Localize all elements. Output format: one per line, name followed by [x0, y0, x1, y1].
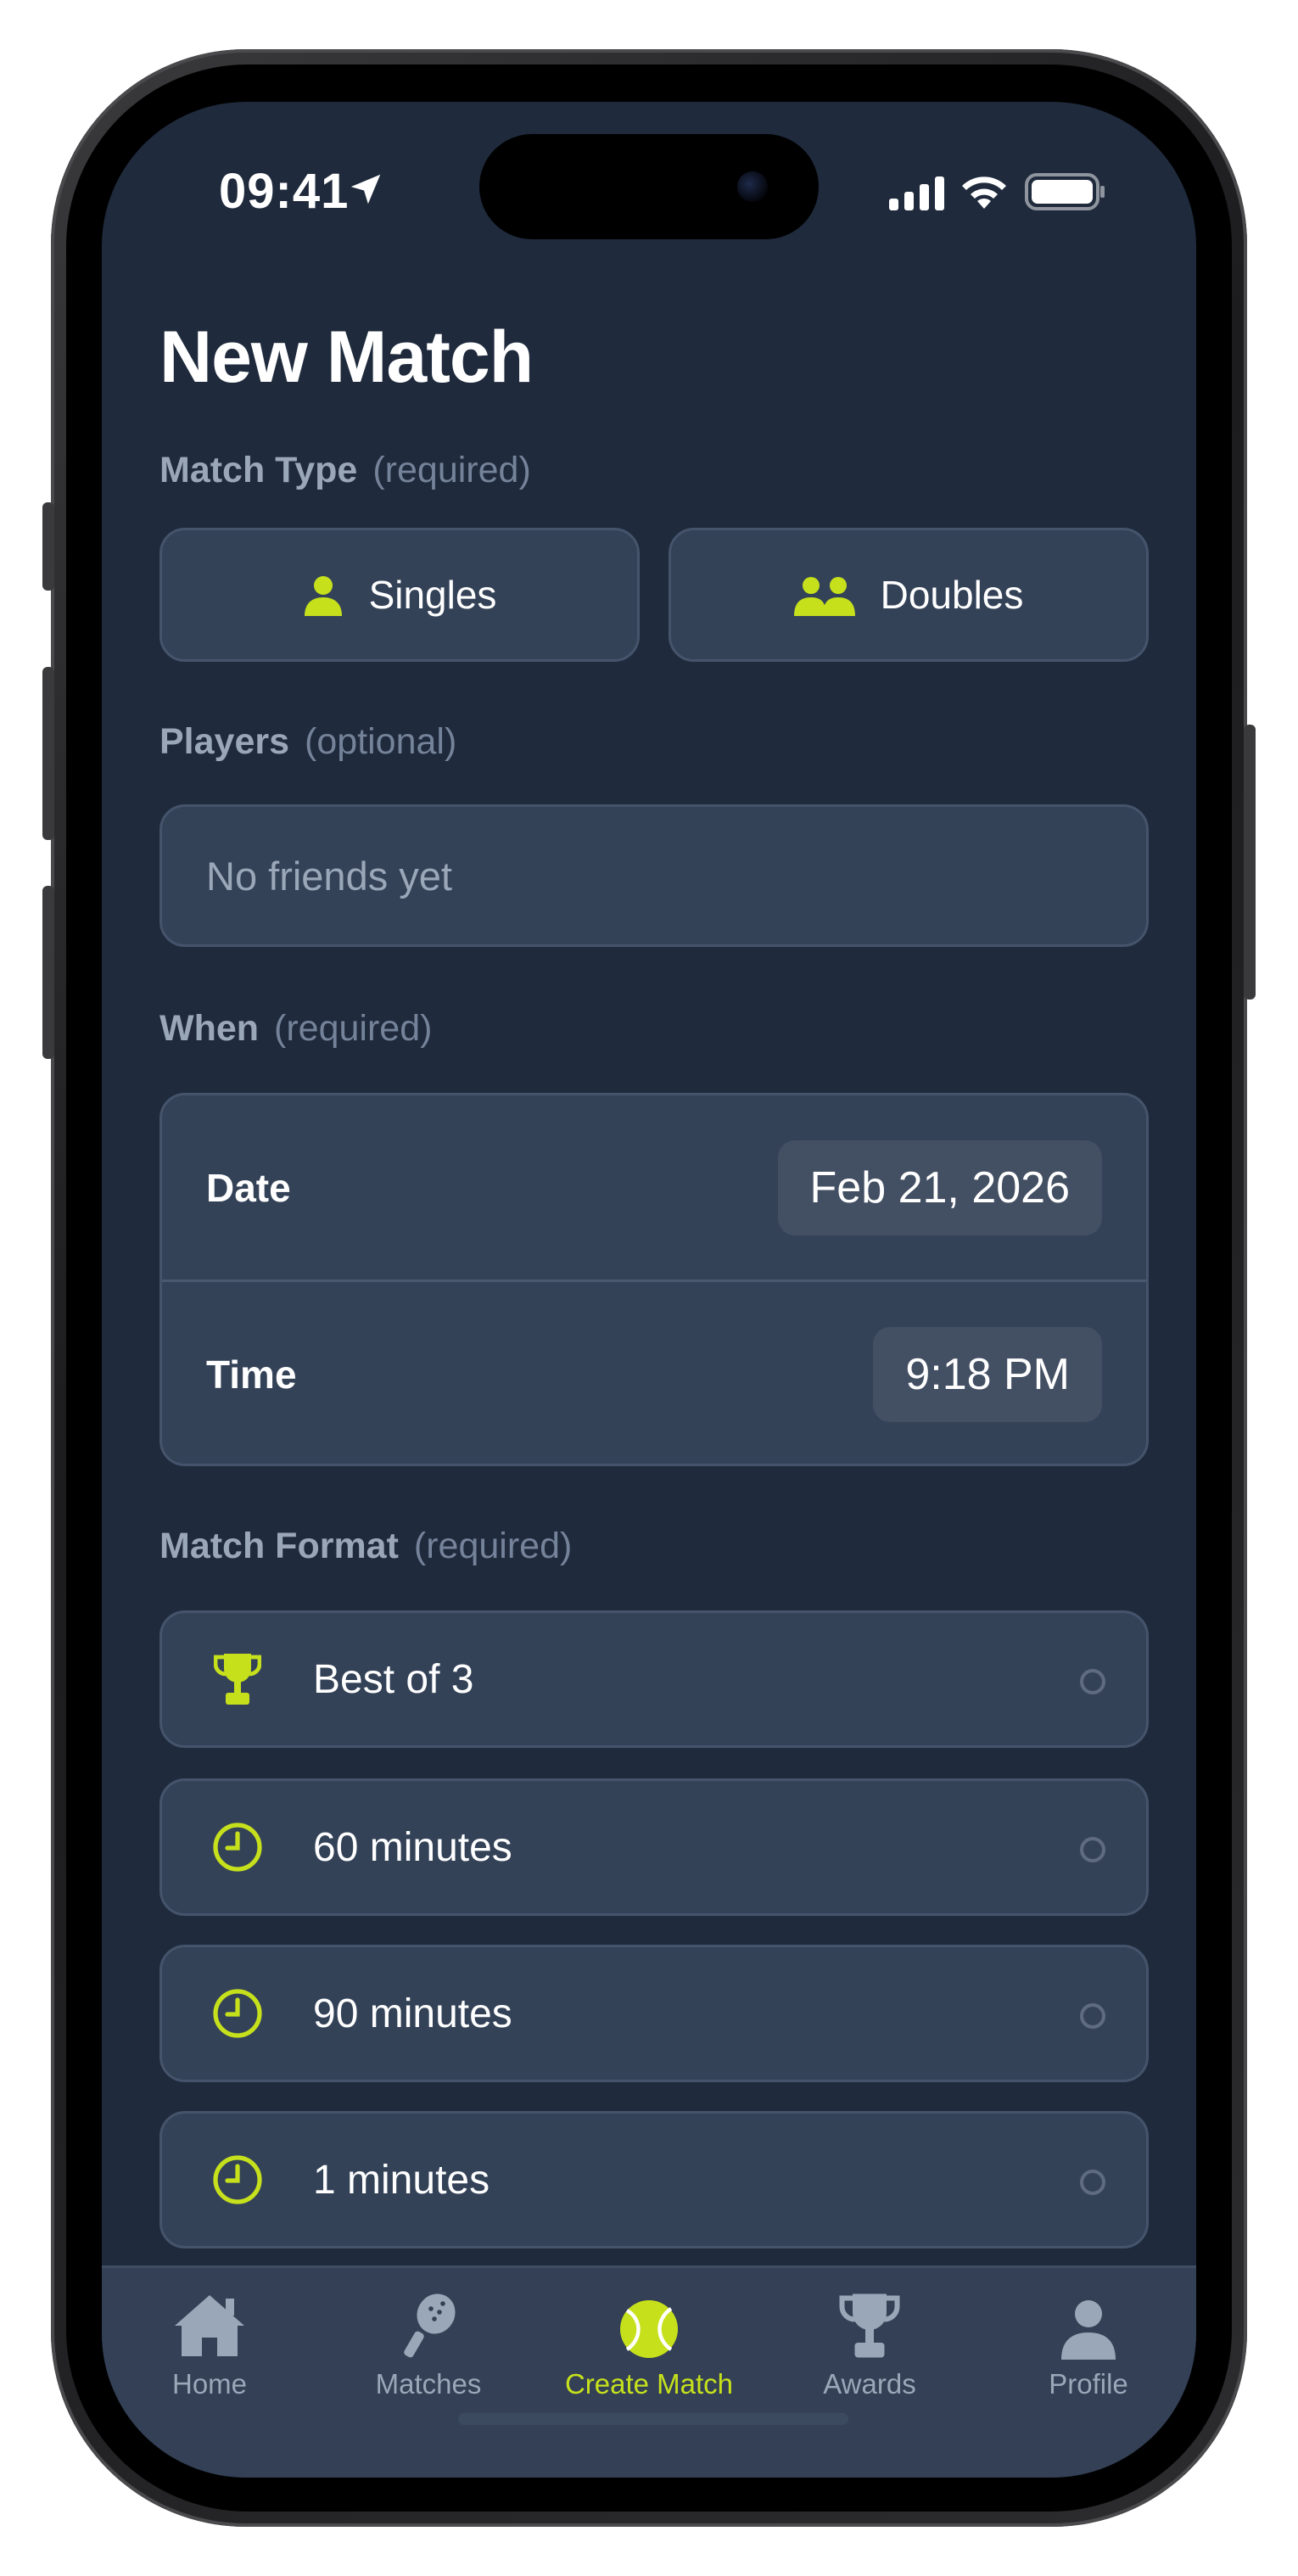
players-label-text: Players: [159, 721, 290, 762]
format-radio[interactable]: [1080, 2003, 1105, 2029]
format-label: 1 minutes: [313, 2157, 490, 2203]
time-label: Time: [206, 1352, 297, 1397]
doubles-label: Doubles: [880, 573, 1024, 617]
when-card: Date Feb 21, 2026 Time 9:18 PM: [159, 1093, 1149, 1466]
when-label: When (required): [159, 1008, 432, 1050]
dynamic-island: [479, 134, 819, 239]
tab-label: Matches: [375, 2368, 482, 2400]
person-icon: [1061, 2300, 1116, 2360]
cellular-signal-icon: [889, 176, 944, 210]
format-option-best-of-3[interactable]: Best of 3: [159, 1610, 1149, 1748]
players-label: Players (optional): [159, 721, 456, 763]
clock-icon: [213, 1823, 262, 1872]
clock-icon: [213, 2155, 262, 2204]
padel-racket-icon: [404, 2293, 456, 2358]
match-format-required-hint: (required): [413, 1526, 573, 1566]
when-label-text: When: [159, 1008, 260, 1049]
time-row: Time 9:18 PM: [162, 1282, 1146, 1466]
app-screen: 09:41 New Match Match Type (required) Si…: [102, 102, 1196, 2478]
doubles-button[interactable]: Doubles: [669, 528, 1149, 662]
format-option-90-minutes[interactable]: 90 minutes: [159, 1945, 1149, 2082]
players-optional-hint: (optional): [305, 721, 457, 762]
match-type-required-hint: (required): [372, 450, 531, 490]
format-label: 60 minutes: [313, 1824, 512, 1870]
date-picker[interactable]: Feb 21, 2026: [777, 1140, 1102, 1235]
tab-label: Create Match: [564, 2368, 734, 2400]
when-required-hint: (required): [274, 1008, 433, 1049]
match-type-label-text: Match Type: [159, 450, 358, 490]
location-arrow-icon: [350, 174, 381, 204]
format-radio[interactable]: [1080, 1669, 1105, 1694]
tennis-ball-icon: [620, 2300, 678, 2358]
people-icon: [793, 577, 855, 616]
tab-awards[interactable]: Awards: [776, 2288, 963, 2400]
singles-label: Singles: [368, 573, 497, 617]
tab-matches[interactable]: Matches: [335, 2288, 522, 2400]
tab-label: Profile: [1049, 2368, 1128, 2400]
front-camera: [737, 171, 768, 202]
format-option-60-minutes[interactable]: 60 minutes: [159, 1778, 1149, 1916]
person-icon: [304, 576, 342, 616]
trophy-icon: [214, 1654, 261, 1705]
tab-profile[interactable]: Profile: [995, 2288, 1182, 2400]
page-title: New Match: [159, 316, 534, 398]
status-time: 09:41: [219, 164, 350, 219]
match-format-label: Match Format (required): [159, 1526, 572, 1567]
trophy-icon: [839, 2293, 900, 2358]
match-type-label: Match Type (required): [159, 450, 531, 491]
volume-down-button: [42, 886, 54, 1059]
clock-icon: [213, 1989, 262, 2038]
format-radio[interactable]: [1080, 2170, 1105, 2195]
tab-bar: Home Matches Create Match Awards Profile: [102, 2265, 1196, 2478]
players-selector[interactable]: No friends yet: [159, 804, 1149, 947]
tab-label: Awards: [823, 2368, 916, 2400]
home-indicator[interactable]: [458, 2413, 848, 2425]
home-icon: [175, 2295, 244, 2356]
format-option-1-minutes[interactable]: 1 minutes: [159, 2111, 1149, 2248]
format-radio[interactable]: [1080, 1837, 1105, 1862]
battery-icon: [1025, 173, 1105, 210]
format-label: Best of 3: [313, 1656, 474, 1702]
tab-home[interactable]: Home: [116, 2288, 303, 2400]
wifi-icon: [962, 176, 1006, 209]
power-button: [1244, 725, 1256, 1000]
volume-up-button: [42, 667, 54, 840]
singles-button[interactable]: Singles: [159, 528, 640, 662]
time-picker[interactable]: 9:18 PM: [873, 1326, 1102, 1422]
match-format-label-text: Match Format: [159, 1526, 399, 1566]
tab-create-match[interactable]: Create Match: [556, 2288, 742, 2400]
tab-label: Home: [171, 2368, 248, 2400]
date-row: Date Feb 21, 2026: [162, 1095, 1146, 1280]
players-placeholder: No friends yet: [206, 853, 452, 899]
action-button: [42, 502, 54, 591]
date-label: Date: [206, 1165, 291, 1210]
format-label: 90 minutes: [313, 1991, 512, 2036]
